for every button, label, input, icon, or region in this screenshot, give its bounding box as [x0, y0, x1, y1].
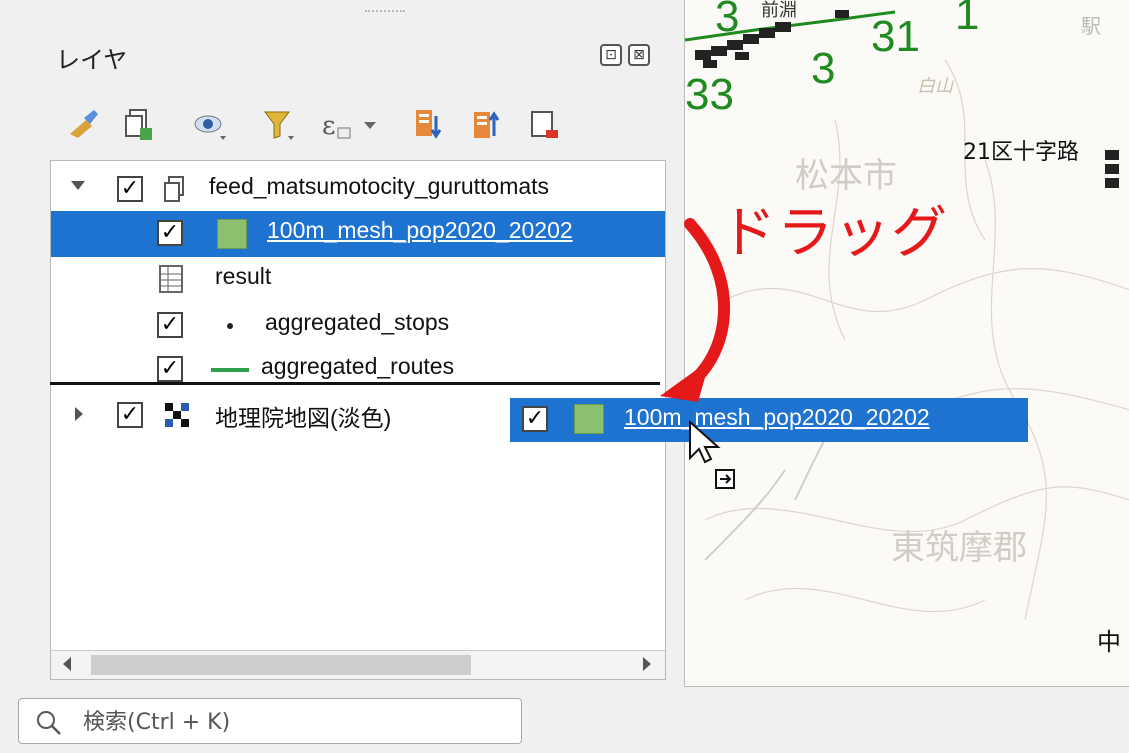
map-mountain-label: 白山 — [917, 76, 953, 97]
scroll-left-icon[interactable] — [63, 657, 71, 671]
ghost-checkbox: ✓ — [522, 406, 548, 432]
collapse-all-icon[interactable] — [470, 104, 506, 144]
layer-checkbox[interactable]: ✓ — [157, 356, 183, 382]
route-number-label: 1 — [955, 0, 980, 39]
route-number-label: 33 — [685, 70, 734, 119]
panel-drag-grip[interactable] — [365, 10, 405, 18]
layer-checkbox[interactable]: ✓ — [117, 402, 143, 428]
map-district-label: 東筑摩郡 — [891, 528, 1027, 568]
filter-icon[interactable] — [262, 104, 298, 144]
search-icon — [37, 711, 61, 735]
group-icon — [161, 175, 191, 209]
drag-ghost-row: ✓ 100m_mesh_pop2020_20202 — [510, 398, 1028, 442]
remove-layer-icon[interactable] — [528, 104, 564, 144]
layers-panel: レイヤ ⊡ ⊠ ε ✓ feed_matsumotocity_guruttoma… — [0, 0, 680, 700]
route-number-label: 3 — [811, 44, 836, 93]
drag-annotation-label: ドラッグ — [720, 201, 948, 266]
route-number-label: 31 — [871, 12, 920, 61]
expand-all-icon[interactable] — [412, 104, 448, 144]
visibility-icon[interactable] — [192, 104, 228, 144]
map-place-label: 中 — [1097, 628, 1121, 656]
add-group-icon[interactable] — [122, 104, 158, 144]
locator-search-box[interactable] — [18, 698, 522, 744]
expression-dropdown-icon[interactable] — [360, 104, 380, 144]
scrollbar-thumb[interactable] — [91, 655, 471, 675]
drop-indicator-line — [50, 382, 660, 385]
layer-name: 地理院地図(淡色) — [215, 405, 392, 431]
layer-name: 100m_mesh_pop2020_20202 — [267, 217, 573, 243]
expression-filter-icon[interactable]: ε — [320, 104, 356, 144]
horizontal-scrollbar[interactable] — [51, 650, 665, 679]
mouse-cursor-icon — [689, 419, 735, 489]
line-symbol-icon — [211, 368, 249, 372]
layer-row-lines[interactable]: ✓ aggregated_routes — [51, 347, 665, 393]
polygon-symbol-icon — [574, 404, 604, 434]
search-input[interactable] — [81, 707, 505, 737]
panel-title: レイヤ — [56, 46, 128, 74]
route-number-label: 3 — [715, 0, 740, 41]
layer-row-table[interactable]: result — [51, 257, 665, 303]
float-panel-button[interactable]: ⊡ — [600, 44, 622, 66]
table-icon — [159, 265, 185, 299]
map-place-label: 前淵 — [761, 0, 797, 21]
svg-text:ε: ε — [322, 111, 335, 141]
polygon-symbol-icon — [217, 219, 247, 249]
scroll-right-icon[interactable] — [643, 657, 651, 671]
layer-row-points[interactable]: ✓ aggregated_stops — [51, 303, 665, 349]
map-place-label: 21区十字路 — [963, 140, 1079, 165]
layer-name: feed_matsumotocity_guruttomats — [209, 173, 550, 199]
layer-row-group[interactable]: ✓ feed_matsumotocity_guruttomats — [51, 167, 665, 213]
point-symbol-icon — [227, 323, 233, 329]
close-panel-button[interactable]: ⊠ — [628, 44, 650, 66]
style-manager-icon[interactable] — [66, 104, 102, 144]
layer-name: aggregated_stops — [265, 309, 450, 335]
layer-row-selected[interactable]: ✓ 100m_mesh_pop2020_20202 — [51, 211, 665, 257]
collapse-arrow-icon[interactable] — [71, 181, 85, 190]
map-background — [685, 10, 1129, 621]
map-station-label: 駅 — [1081, 14, 1101, 38]
map-canvas[interactable]: 前淵 駅 白山 21区十字路 松本市 東筑摩郡 中 3 3 31 33 1 — [684, 0, 1129, 687]
layer-name: result — [215, 263, 272, 289]
expand-arrow-icon[interactable] — [75, 407, 83, 421]
layer-name: aggregated_routes — [261, 353, 455, 379]
raster-icon — [165, 403, 189, 431]
layer-checkbox[interactable]: ✓ — [157, 312, 183, 338]
layer-checkbox[interactable]: ✓ — [157, 220, 183, 246]
layer-checkbox[interactable]: ✓ — [117, 176, 143, 202]
